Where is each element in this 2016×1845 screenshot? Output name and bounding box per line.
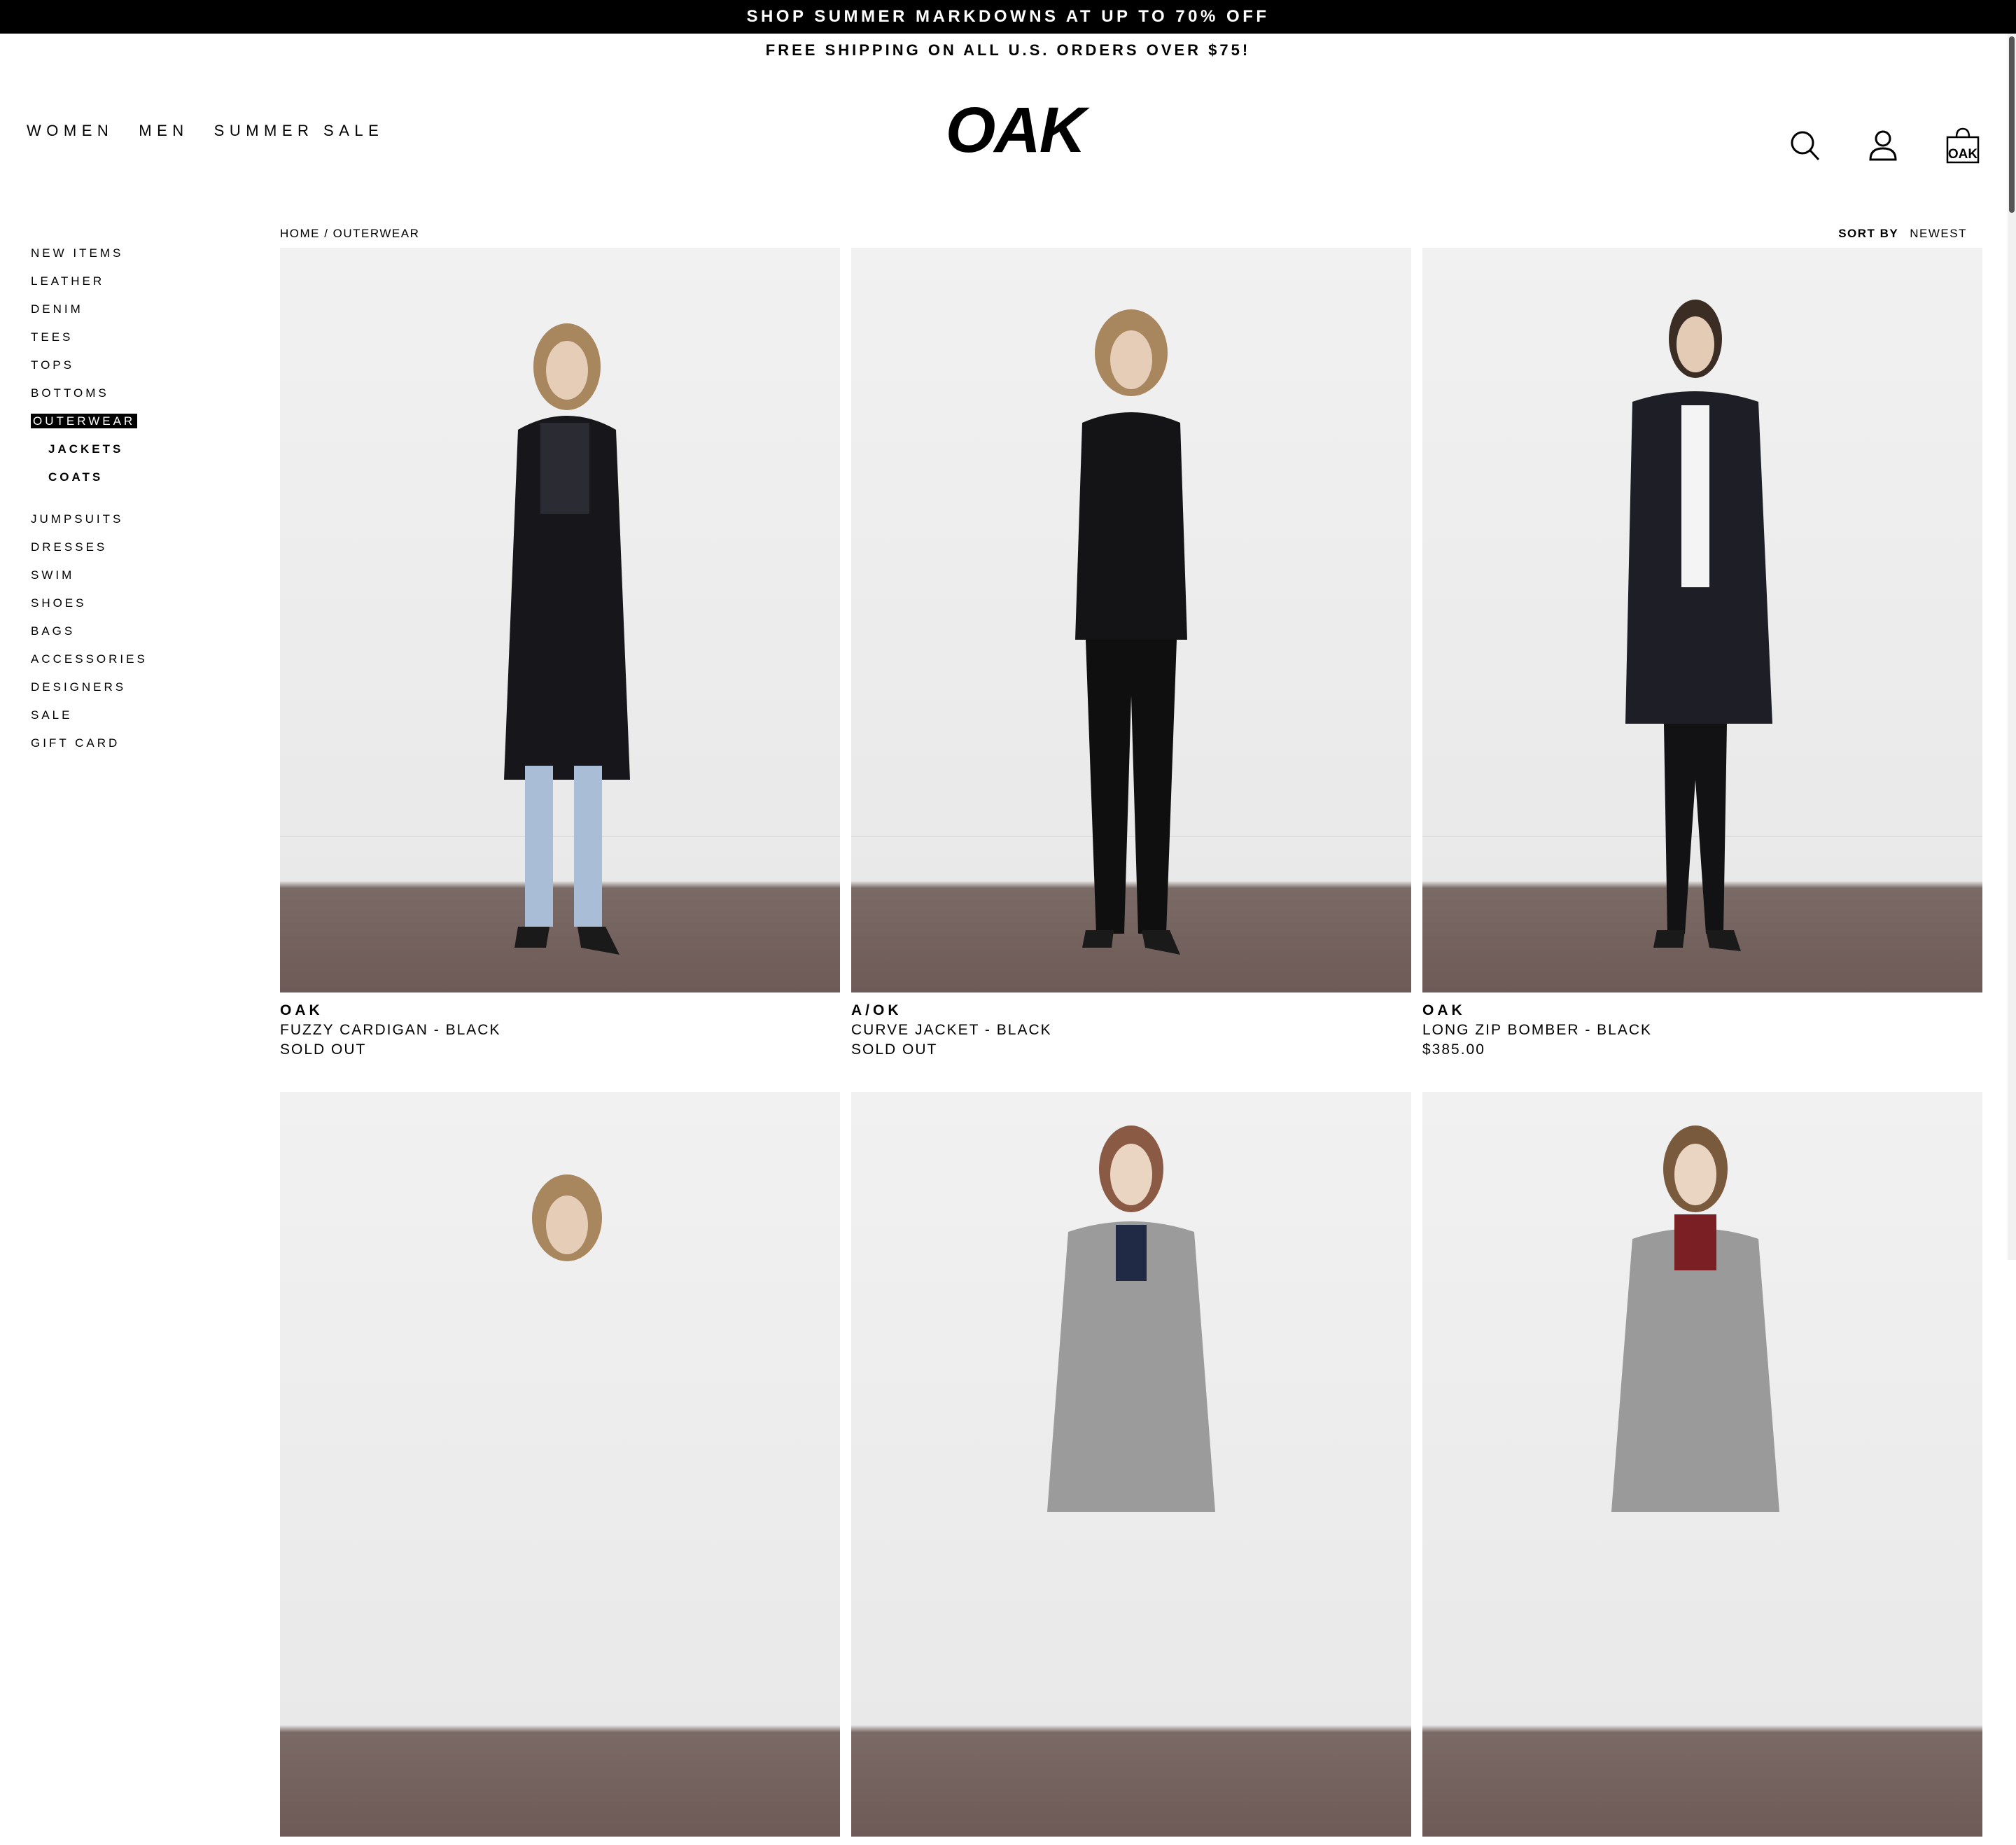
product-meta bbox=[1422, 1837, 1982, 1845]
sidebar-item-outerwear[interactable]: OUTERWEAR bbox=[31, 413, 241, 441]
nav-women[interactable]: WOMEN bbox=[27, 122, 113, 140]
sidebar-item-sale[interactable]: SALE bbox=[31, 707, 241, 735]
breadcrumb-separator: / bbox=[320, 227, 333, 240]
category-sidebar: NEW ITEMS LEATHER DENIM TEES TOPS BOTTOM… bbox=[31, 245, 241, 763]
shipping-banner-text: FREE SHIPPING ON ALL U.S. ORDERS OVER $7… bbox=[765, 41, 1251, 59]
site-logo[interactable]: OAK bbox=[924, 98, 1106, 162]
model-figure bbox=[1611, 1125, 1779, 1512]
sidebar-item-bags[interactable]: BAGS bbox=[31, 623, 241, 651]
sidebar-item-tees[interactable]: TEES bbox=[31, 329, 241, 357]
product-name[interactable]: FUZZY CARDIGAN - BLACK bbox=[280, 1020, 840, 1040]
sidebar-subitem-jackets[interactable]: JACKETS bbox=[31, 441, 241, 469]
product-image[interactable] bbox=[280, 248, 840, 992]
account-icon[interactable] bbox=[1863, 126, 1903, 165]
product-name[interactable]: CURVE JACKET - BLACK bbox=[851, 1020, 1411, 1040]
nav-men[interactable]: MEN bbox=[139, 122, 188, 140]
sort-control[interactable]: SORT BY NEWEST bbox=[1834, 227, 1967, 241]
breadcrumb-home[interactable]: HOME bbox=[280, 227, 320, 240]
sidebar-item-tops[interactable]: TOPS bbox=[31, 357, 241, 385]
page-scrollbar-thumb[interactable] bbox=[2009, 36, 2015, 213]
sidebar-item-designers[interactable]: DESIGNERS bbox=[31, 679, 241, 707]
product-card[interactable]: A/OK CURVE JACKET - BLACK SOLD OUT bbox=[851, 248, 1411, 1060]
product-brand[interactable]: OAK bbox=[280, 1001, 840, 1020]
model-figure bbox=[1625, 300, 1772, 951]
promo-banner-text[interactable]: SHOP SUMMER MARKDOWNS AT UP TO 70% OFF bbox=[746, 7, 1269, 27]
sidebar-item-new-items[interactable]: NEW ITEMS bbox=[31, 245, 241, 273]
model-figure bbox=[1047, 1125, 1215, 1512]
model-figure bbox=[532, 1174, 602, 1261]
product-card[interactable] bbox=[1422, 1092, 1982, 1845]
product-meta: OAK FUZZY CARDIGAN - BLACK SOLD OUT bbox=[280, 992, 840, 1060]
product-brand[interactable]: OAK bbox=[1422, 1001, 1982, 1020]
product-price: $385.00 bbox=[1422, 1041, 1485, 1058]
promo-banner[interactable]: SHOP SUMMER MARKDOWNS AT UP TO 70% OFF bbox=[0, 0, 2016, 34]
sort-value[interactable]: NEWEST bbox=[1910, 227, 1967, 240]
sidebar-subitem-coats[interactable]: COATS bbox=[31, 469, 241, 497]
product-meta bbox=[280, 1837, 840, 1845]
product-card[interactable]: OAK LONG ZIP BOMBER - BLACK $385.00 bbox=[1422, 248, 1982, 1060]
cart-bag-text: OAK bbox=[1948, 147, 1978, 162]
sidebar-item-outerwear-label[interactable]: OUTERWEAR bbox=[31, 414, 138, 428]
sidebar-item-accessories[interactable]: ACCESSORIES bbox=[31, 651, 241, 679]
product-brand[interactable]: A/OK bbox=[851, 1001, 1411, 1020]
product-meta bbox=[851, 1837, 1411, 1845]
sidebar-item-shoes[interactable]: SHOES bbox=[31, 595, 241, 623]
sidebar-item-bottoms[interactable]: BOTTOMS bbox=[31, 385, 241, 413]
sidebar-item-leather[interactable]: LEATHER bbox=[31, 273, 241, 301]
product-image[interactable] bbox=[851, 1092, 1411, 1837]
product-card[interactable] bbox=[851, 1092, 1411, 1845]
sidebar-item-dresses[interactable]: DRESSES bbox=[31, 539, 241, 567]
main-nav: WOMEN MEN SUMMER SALE bbox=[27, 122, 384, 140]
sidebar-item-gift-card[interactable]: GIFT CARD bbox=[31, 735, 241, 763]
search-icon[interactable] bbox=[1786, 126, 1826, 165]
shipping-banner: FREE SHIPPING ON ALL U.S. ORDERS OVER $7… bbox=[0, 34, 2016, 67]
product-price: SOLD OUT bbox=[280, 1041, 367, 1058]
page-scrollbar-track[interactable] bbox=[2008, 34, 2016, 1260]
product-image[interactable] bbox=[851, 248, 1411, 992]
product-meta: OAK LONG ZIP BOMBER - BLACK $385.00 bbox=[1422, 992, 1982, 1060]
product-name[interactable]: LONG ZIP BOMBER - BLACK bbox=[1422, 1020, 1982, 1040]
product-image[interactable] bbox=[1422, 248, 1982, 992]
sidebar-item-denim[interactable]: DENIM bbox=[31, 301, 241, 329]
model-figure bbox=[504, 323, 630, 955]
product-price: SOLD OUT bbox=[851, 1041, 938, 1058]
product-image[interactable] bbox=[280, 1092, 840, 1837]
breadcrumb-current: OUTERWEAR bbox=[332, 227, 420, 240]
product-card[interactable] bbox=[280, 1092, 840, 1845]
breadcrumb: HOME / OUTERWEAR bbox=[280, 227, 419, 241]
product-meta: A/OK CURVE JACKET - BLACK SOLD OUT bbox=[851, 992, 1411, 1060]
sidebar-item-jumpsuits[interactable]: JUMPSUITS bbox=[31, 511, 241, 539]
sidebar-item-swim[interactable]: SWIM bbox=[31, 567, 241, 595]
product-image[interactable] bbox=[1422, 1092, 1982, 1837]
nav-summer-sale[interactable]: SUMMER SALE bbox=[214, 122, 384, 140]
sort-label: SORT BY bbox=[1838, 227, 1899, 240]
model-figure bbox=[1075, 309, 1187, 955]
product-card[interactable]: OAK FUZZY CARDIGAN - BLACK SOLD OUT bbox=[280, 248, 840, 1060]
cart-icon[interactable]: OAK bbox=[1943, 126, 1982, 165]
